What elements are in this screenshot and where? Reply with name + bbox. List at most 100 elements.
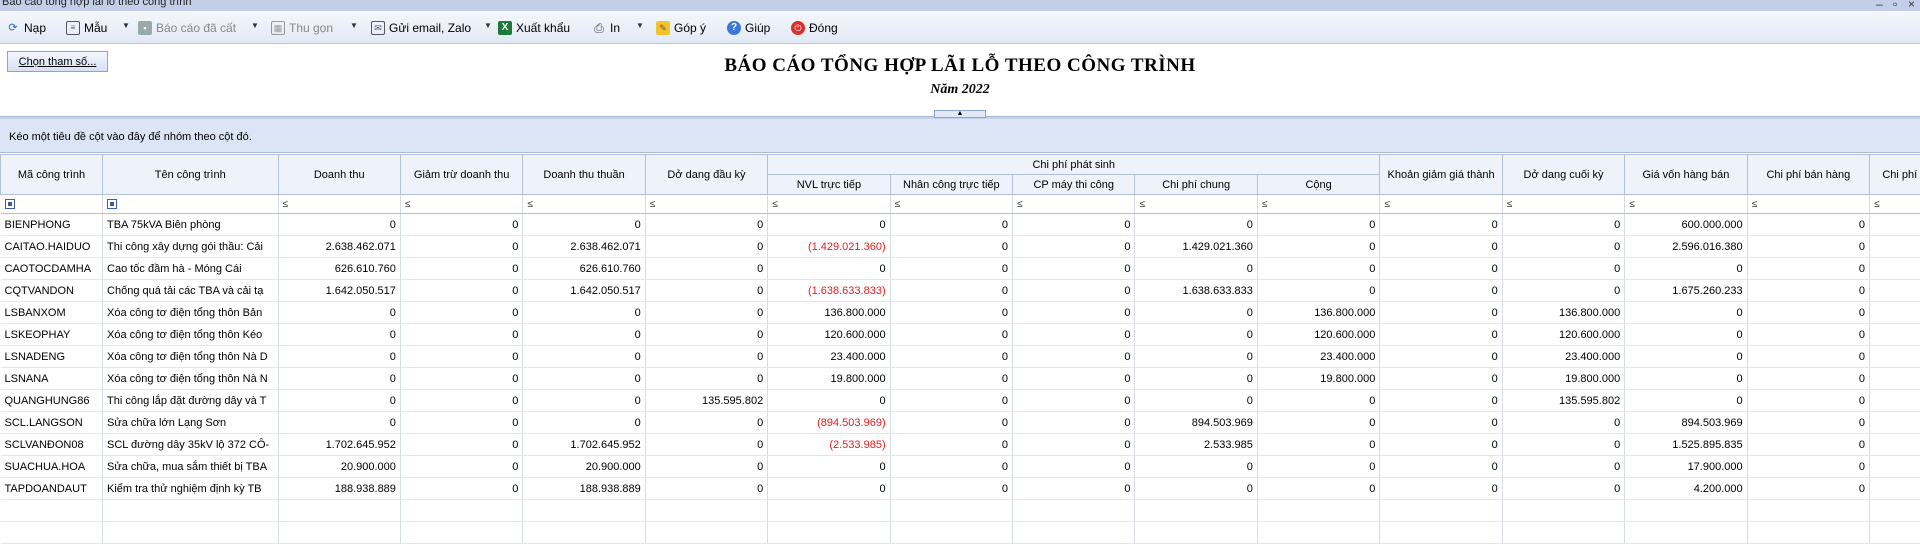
table-cell[interactable]: 0 [645,235,769,258]
table-cell[interactable]: 0 [645,213,769,236]
table-cell[interactable]: 0 [645,323,769,346]
table-cell[interactable]: 0 [400,433,524,456]
filter-cell[interactable]: ≤ [1624,194,1748,214]
table-cell[interactable]: 0 [1502,411,1626,434]
table-cell[interactable]: 0 [1012,323,1136,346]
table-cell[interactable]: 0 [1379,345,1503,368]
table-cell[interactable]: 0 [400,279,524,302]
table-cell[interactable]: 0 [645,433,769,456]
col-header-name[interactable]: Tên công trình [102,154,279,195]
table-cell[interactable]: 19.800.000 [1257,367,1381,390]
table-row[interactable]: CAITAO.HAIDUO Thi công xây dựng gói thầu:… [0,235,1920,258]
table-cell[interactable]: TAPDOANDAUT [0,477,104,500]
col-header-overhead[interactable]: Chi phí chung [1134,174,1258,195]
table-cell[interactable]: 188.938.889 [522,477,646,500]
table-cell[interactable]: 0 [400,345,524,368]
table-cell[interactable]: 0 [1747,411,1871,434]
table-cell[interactable]: 0 [1257,411,1381,434]
filter-cell[interactable]: ≤ [1012,194,1136,214]
col-header-code[interactable]: Mã công trình [0,154,104,195]
table-cell[interactable]: 0 [1257,389,1381,412]
filter-cell[interactable] [0,194,104,214]
table-cell[interactable]: 188.938.889 [278,477,401,500]
table-cell[interactable]: 0 [278,411,401,434]
table-cell[interactable]: 626.610.760 [278,257,401,280]
table-cell[interactable]: 0 [1379,301,1503,324]
table-cell[interactable]: 0 [522,213,646,236]
table-cell[interactable]: 19.800.000 [767,367,891,390]
table-cell[interactable]: 20.900.000 [278,455,401,478]
col-header-cost-reduction[interactable]: Khoản giảm giá thành [1379,154,1503,195]
table-cell[interactable]: SCL đường dây 35kV lộ 372 CÔ- [102,433,279,456]
filter-cell[interactable]: ≤ [278,194,401,214]
table-row[interactable]: TAPDOANDAUT Kiểm tra thử nghiệm định kỳ T… [0,477,1920,500]
saved-report-button[interactable]: ▪ Báo cáo đã cất [138,19,236,37]
filter-cell[interactable] [102,194,279,214]
table-cell[interactable]: 0 [1257,213,1381,236]
table-cell[interactable]: 0 [1502,477,1626,500]
table-cell[interactable]: 23.400.000 [1257,345,1381,368]
table-cell[interactable]: 0 [522,367,646,390]
table-cell[interactable]: 0 [1747,323,1871,346]
table-cell[interactable]: 4.200.000 [1624,477,1748,500]
col-header-materials[interactable]: NVL trực tiếp [767,174,891,195]
table-cell[interactable]: 600.000.000 [1624,213,1748,236]
table-cell[interactable]: 0 [1134,367,1258,390]
table-cell[interactable]: 0 [1502,433,1626,456]
table-cell[interactable]: 0 [1379,279,1503,302]
table-cell[interactable]: 0 [1624,323,1748,346]
table-row[interactable]: SCLVANĐON08 SCL đường dây 35kV lộ 372 CÔ-… [0,433,1920,456]
table-cell[interactable]: 0 [400,323,524,346]
table-cell[interactable]: 0 [1257,433,1381,456]
table-cell[interactable]: 0 [890,323,1014,346]
table-cell[interactable]: 135.595.802 [1502,389,1626,412]
table-cell[interactable]: 0 [1012,213,1136,236]
table-row[interactable]: LSNANA Xóa công tơ điện tổng thôn Nà N000… [0,367,1920,390]
table-cell[interactable]: 0 [1012,257,1136,280]
col-header-revenue[interactable]: Doanh thu [277,154,401,195]
table-cell[interactable]: 626.610.760 [522,257,646,280]
table-cell[interactable]: 0 [645,345,769,368]
table-cell[interactable]: SCLVANĐON08 [0,433,104,456]
table-cell[interactable] [1869,389,1920,412]
table-cell[interactable]: 0 [1379,477,1503,500]
filter-cell[interactable]: ≤ [1502,194,1626,214]
email-button[interactable]: ✉ Gửi email, Zalo [371,19,471,37]
table-cell[interactable]: 120.600.000 [1502,323,1626,346]
table-cell[interactable]: 0 [522,345,646,368]
table-cell[interactable]: 0 [1747,477,1871,500]
reload-button[interactable]: ⟳ Nạp [6,19,46,37]
table-cell[interactable]: 0 [1134,257,1258,280]
table-cell[interactable]: 0 [1134,301,1258,324]
table-cell[interactable]: Xóa công tơ điện tổng thôn Kéo [102,323,279,346]
table-cell[interactable] [1869,411,1920,434]
table-cell[interactable]: 0 [645,411,769,434]
table-cell[interactable]: 0 [1134,455,1258,478]
table-cell[interactable]: TBA 75kVA Biên phòng [102,213,279,236]
table-cell[interactable]: 0 [890,433,1014,456]
table-cell[interactable]: 136.800.000 [1502,301,1626,324]
table-cell[interactable]: Thi công xây dựng gói thầu: Cải [102,235,279,258]
table-cell[interactable]: 0 [1379,433,1503,456]
table-row[interactable]: LSNADENG Xóa công tơ điện tổng thôn Nà D0… [0,345,1920,368]
table-cell[interactable]: 0 [1257,455,1381,478]
table-cell[interactable]: 0 [522,323,646,346]
table-cell[interactable]: 0 [1012,411,1136,434]
collapse-dropdown-icon[interactable]: ▼ [350,21,358,30]
group-panel[interactable]: Kéo một tiêu đề cột vào đây để nhóm theo… [0,119,1920,153]
table-cell[interactable]: SUACHUA.HOA [0,455,104,478]
table-cell[interactable]: 0 [890,477,1014,500]
table-cell[interactable]: 1.525.895.835 [1624,433,1748,456]
table-cell[interactable] [1869,323,1920,346]
table-cell[interactable]: 0 [1379,235,1503,258]
table-cell[interactable]: 0 [1747,367,1871,390]
email-dropdown-icon[interactable]: ▼ [484,21,492,30]
table-cell[interactable]: LSBANXOM [0,301,104,324]
table-cell[interactable]: 20.900.000 [522,455,646,478]
table-cell[interactable]: 0 [1257,235,1381,258]
table-cell[interactable]: 0 [767,477,891,500]
table-cell[interactable]: 0 [1624,257,1748,280]
table-row[interactable]: CQTVANDON Chống quá tải các TBA và cải tạ… [0,279,1920,302]
table-cell[interactable]: 0 [1747,235,1871,258]
table-cell[interactable]: 0 [1502,213,1626,236]
